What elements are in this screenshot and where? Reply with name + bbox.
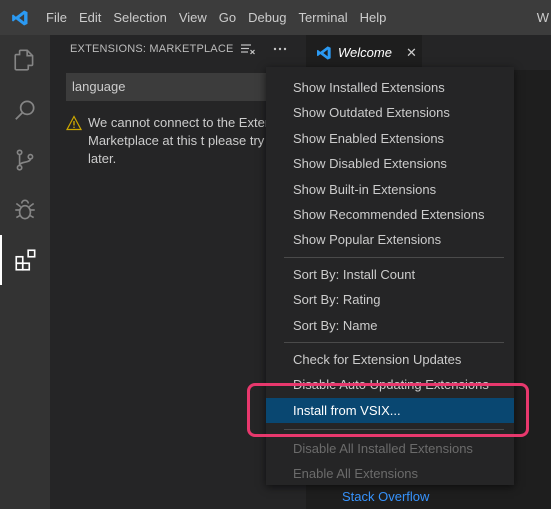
menu-edit[interactable]: Edit <box>73 0 107 35</box>
menu-help[interactable]: Help <box>354 0 393 35</box>
window-title-partial: W <box>536 10 549 25</box>
menu-item-sort-name[interactable]: Sort By: Name <box>266 313 514 338</box>
menu-go[interactable]: Go <box>213 0 242 35</box>
extensions-context-menu: Show Installed Extensions Show Outdated … <box>266 67 514 485</box>
vscode-window: File Edit Selection View Go Debug Termin… <box>0 0 551 509</box>
menu-item-disable-all[interactable]: Disable All Installed Extensions <box>266 436 514 461</box>
menu-selection[interactable]: Selection <box>107 0 172 35</box>
explorer-icon[interactable] <box>0 35 50 85</box>
menu-item-show-installed[interactable]: Show Installed Extensions <box>266 75 514 100</box>
menu-item-disable-auto-update[interactable]: Disable Auto Updating Extensions <box>266 372 514 397</box>
source-control-icon[interactable] <box>0 135 50 185</box>
debug-icon[interactable] <box>0 185 50 235</box>
menu-separator <box>284 429 504 431</box>
menu-item-show-builtin[interactable]: Show Built-in Extensions <box>266 177 514 202</box>
sidebar-title: EXTENSIONS: MARKETPLACE <box>70 43 234 55</box>
menu-item-show-outdated[interactable]: Show Outdated Extensions <box>266 100 514 125</box>
menu-separator <box>284 256 504 258</box>
vscode-tab-icon <box>317 45 331 60</box>
extensions-icon[interactable] <box>0 235 50 285</box>
clear-filter-icon[interactable] <box>238 39 258 59</box>
vscode-logo-icon <box>0 0 40 35</box>
menu-separator <box>284 341 504 343</box>
menu-terminal[interactable]: Terminal <box>292 0 353 35</box>
warning-icon <box>65 115 83 168</box>
menu-item-show-disabled[interactable]: Show Disabled Extensions <box>266 151 514 176</box>
menu-item-sort-rating[interactable]: Sort By: Rating <box>266 287 514 312</box>
menu-item-show-recommended[interactable]: Show Recommended Extensions <box>266 202 514 227</box>
menu-item-sort-install-count[interactable]: Sort By: Install Count <box>266 262 514 287</box>
menu-file[interactable]: File <box>40 0 73 35</box>
tab-label: Welcome <box>338 45 392 60</box>
editor-tabs: Welcome ✕ <box>306 35 551 70</box>
menu-debug[interactable]: Debug <box>242 0 292 35</box>
menu-bar: File Edit Selection View Go Debug Termin… <box>0 0 551 35</box>
close-icon[interactable]: ✕ <box>406 45 417 61</box>
menu-item-show-enabled[interactable]: Show Enabled Extensions <box>266 126 514 151</box>
sidebar-actions <box>238 39 290 59</box>
stack-overflow-link[interactable]: Stack Overflow <box>342 489 429 504</box>
menu-item-enable-all[interactable]: Enable All Extensions <box>266 461 514 486</box>
search-icon[interactable] <box>0 85 50 135</box>
tab-welcome[interactable]: Welcome ✕ <box>306 35 422 70</box>
activity-bar <box>0 35 50 509</box>
menu-item-install-vsix[interactable]: Install from VSIX... <box>266 397 514 424</box>
menu-item-check-updates[interactable]: Check for Extension Updates <box>266 347 514 372</box>
menu-view[interactable]: View <box>173 0 213 35</box>
more-actions-icon[interactable] <box>270 39 290 59</box>
menu-item-show-popular[interactable]: Show Popular Extensions <box>266 227 514 252</box>
